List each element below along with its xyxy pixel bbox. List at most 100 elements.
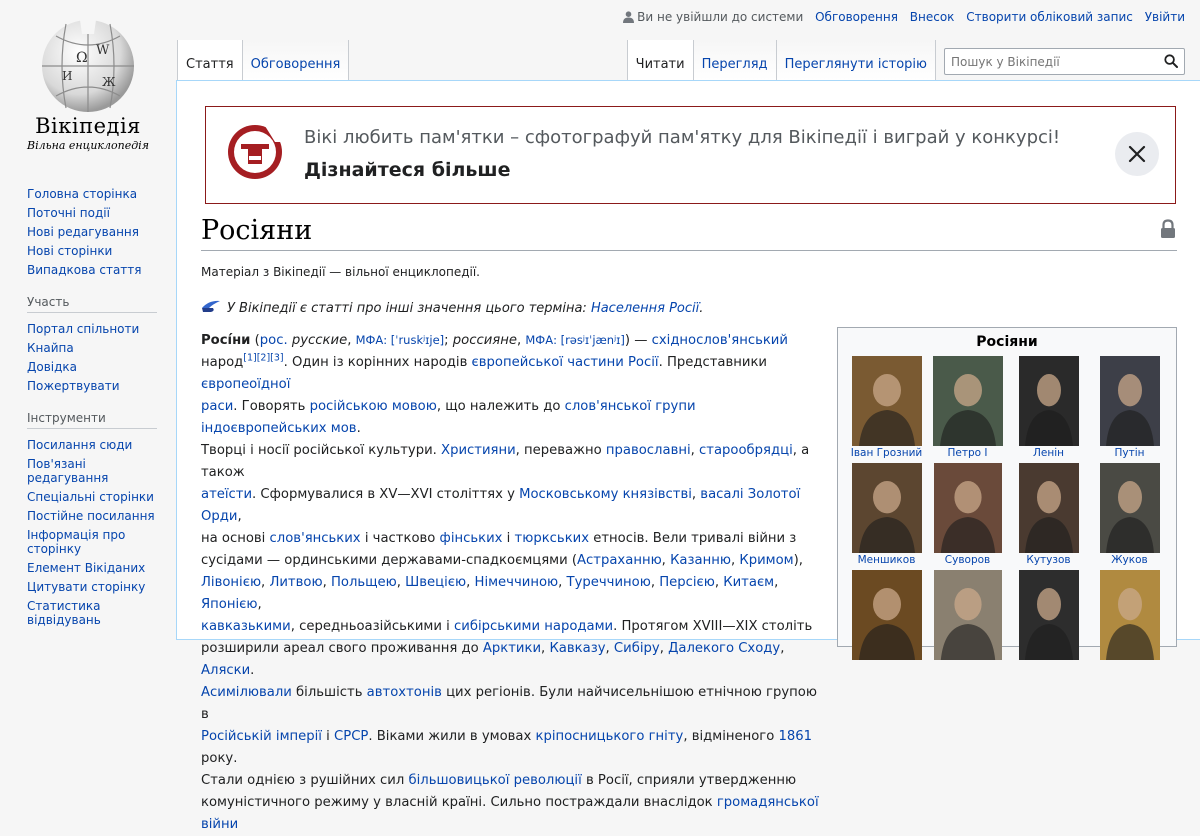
sidebar-item-page-views[interactable]: Статистика відвідувань [27,596,162,629]
tab-history[interactable]: Переглянути історію [776,40,936,80]
log-in-link[interactable]: Увійти [1145,10,1185,24]
sidebar-item-special-pages[interactable]: Спеціальні сторінки [27,487,162,506]
sidebar-item-main-page[interactable]: Головна сторінка [27,184,162,203]
article-link[interactable]: Литвою [269,575,322,590]
article-link[interactable]: СРСР [334,729,368,744]
sidebar-item-community-portal[interactable]: Портал спільноти [27,319,162,338]
article-link[interactable]: 1861 [778,729,812,744]
article-link[interactable]: слов'янської групи [565,399,696,414]
sidebar-item-new-pages[interactable]: Нові сторінки [27,241,162,260]
infobox-portrait[interactable]: Петро I [927,356,1008,459]
infobox-portrait[interactable] [1089,570,1170,660]
article-link[interactable]: Аляски [201,663,250,678]
article-link[interactable]: Німеччиною [475,575,559,590]
article-link[interactable]: Швецією [405,575,466,590]
sidebar-item-current-events[interactable]: Поточні події [27,203,162,222]
sidebar-item-village-pump[interactable]: Кнайпа [27,338,162,357]
article-link[interactable]: Арктики [483,641,541,656]
search-icon[interactable] [1164,54,1178,68]
article-link[interactable]: МФА: [rəsʲɪˈjænʲɪ] [525,333,625,347]
article-link[interactable]: Сибіру [614,641,660,656]
personal-talk-link[interactable]: Обговорення [815,10,898,24]
sidebar-item-recent-changes[interactable]: Нові редагування [27,222,162,241]
article-link[interactable]: Кавказу [549,641,605,656]
sidebar-item-what-links-here[interactable]: Посилання сюди [27,435,162,454]
article-link[interactable]: кавказькими [201,619,291,634]
article-link[interactable]: Китаєм [723,575,774,590]
infobox-portrait[interactable]: Іван Грозний [846,356,927,459]
sidebar-item-permanent-link[interactable]: Постійне посилання [27,506,162,525]
article-link[interactable]: східнослов'янський [652,333,788,348]
article-link[interactable]: [1][2][3] [243,353,283,364]
article-link[interactable]: Японією [201,597,257,612]
article-link[interactable]: європейської частини Росії [472,355,659,370]
sidebar-item-page-information[interactable]: Інформація про сторінку [27,525,162,558]
article-link[interactable]: православні [606,443,691,458]
article-link[interactable]: Астраханню [577,553,662,568]
portrait-caption[interactable]: Суворов [927,554,1008,566]
tab-read[interactable]: Читати [626,40,694,80]
hatnote-link[interactable]: Населення Росії [591,301,699,316]
article-link[interactable]: російською мовою [310,399,437,414]
infobox-portrait[interactable]: Суворов [927,463,1008,566]
infobox-portrait[interactable]: Путін [1089,356,1170,459]
article-link[interactable]: Далекого Сходу [668,641,780,656]
article-link[interactable]: раси [201,399,233,414]
article-link[interactable]: тюркських [515,531,589,546]
article-link[interactable]: Лівонією [201,575,261,590]
banner-close-button[interactable] [1115,132,1159,176]
article-text: комуністичного режиму у власній країні. … [201,795,717,810]
infobox-portrait[interactable] [846,570,927,660]
article-link[interactable]: атеїсти [201,487,252,502]
tab-article[interactable]: Стаття [177,40,243,80]
portrait-caption[interactable]: Меншиков [846,554,927,566]
article-link[interactable]: слов'янських [270,531,361,546]
sidebar-item-cite-page[interactable]: Цитувати сторінку [27,577,162,596]
article-link[interactable]: Християни [441,443,516,458]
article-link[interactable]: рос. [260,333,288,348]
personal-contributions-link[interactable]: Внесок [910,10,955,24]
sidebar-item-donate[interactable]: Пожертвувати [27,376,162,395]
article-text: Росі́́ни [201,333,251,348]
article-link[interactable]: Польщею [331,575,397,590]
infobox-portrait[interactable] [1008,570,1089,660]
article-link[interactable]: Туреччиною [567,575,651,590]
infobox-portrait[interactable]: Меншиков [846,463,927,566]
article-link[interactable]: сибірськими народами [454,619,613,634]
article-link[interactable]: європеоїдної [201,377,290,392]
sidebar-item-random-article[interactable]: Випадкова стаття [27,260,162,279]
article-link[interactable]: Персією [659,575,715,590]
portrait-caption[interactable]: Жуков [1089,554,1170,566]
article-link[interactable]: більшовицької революції [408,773,581,788]
wikipedia-logo[interactable]: Ω W И Ж Вікіпедія Вільна енциклопедія [0,0,176,160]
banner-learn-more-link[interactable]: Дізнайтеся більше [304,159,511,181]
infobox-portrait[interactable] [927,570,1008,660]
article-link[interactable]: МФА: [ˈruskʲɪje] [356,333,445,347]
portrait-caption[interactable]: Ленін [1008,447,1089,459]
article-link[interactable]: Кримом [739,553,793,568]
article-link[interactable]: Асимілювали [201,685,292,700]
sidebar-item-related-changes[interactable]: Пов'язані редагування [27,454,162,487]
infobox-portrait[interactable]: Ленін [1008,356,1089,459]
infobox-portrait[interactable]: Жуков [1089,463,1170,566]
article-link[interactable]: фінських [440,531,503,546]
article-link[interactable]: автохтонів [367,685,442,700]
portrait-caption[interactable]: Петро I [927,447,1008,459]
article-link[interactable]: старообрядці [699,443,793,458]
infobox-portrait[interactable]: Кутузов [1008,463,1089,566]
search-input[interactable] [945,49,1155,74]
sidebar-item-wikidata-item[interactable]: Елемент Вікіданих [27,558,162,577]
article-link[interactable]: кріпосницького гніту [536,729,684,744]
portrait-caption[interactable]: Кутузов [1008,554,1089,566]
tab-view-source[interactable]: Перегляд [693,40,777,80]
article-link[interactable]: індоєвропейських мов [201,421,357,436]
article-link[interactable]: Казанню [670,553,731,568]
portrait-caption[interactable]: Путін [1089,447,1170,459]
create-account-link[interactable]: Створити обліковий запис [966,10,1133,24]
article-link[interactable]: Московському князівстві [519,487,692,502]
article-link[interactable]: Російській імперії [201,729,322,744]
lock-icon[interactable] [1160,219,1176,239]
tab-talk[interactable]: Обговорення [242,40,350,80]
portrait-caption[interactable]: Іван Грозний [846,447,927,459]
sidebar-item-help[interactable]: Довідка [27,357,162,376]
